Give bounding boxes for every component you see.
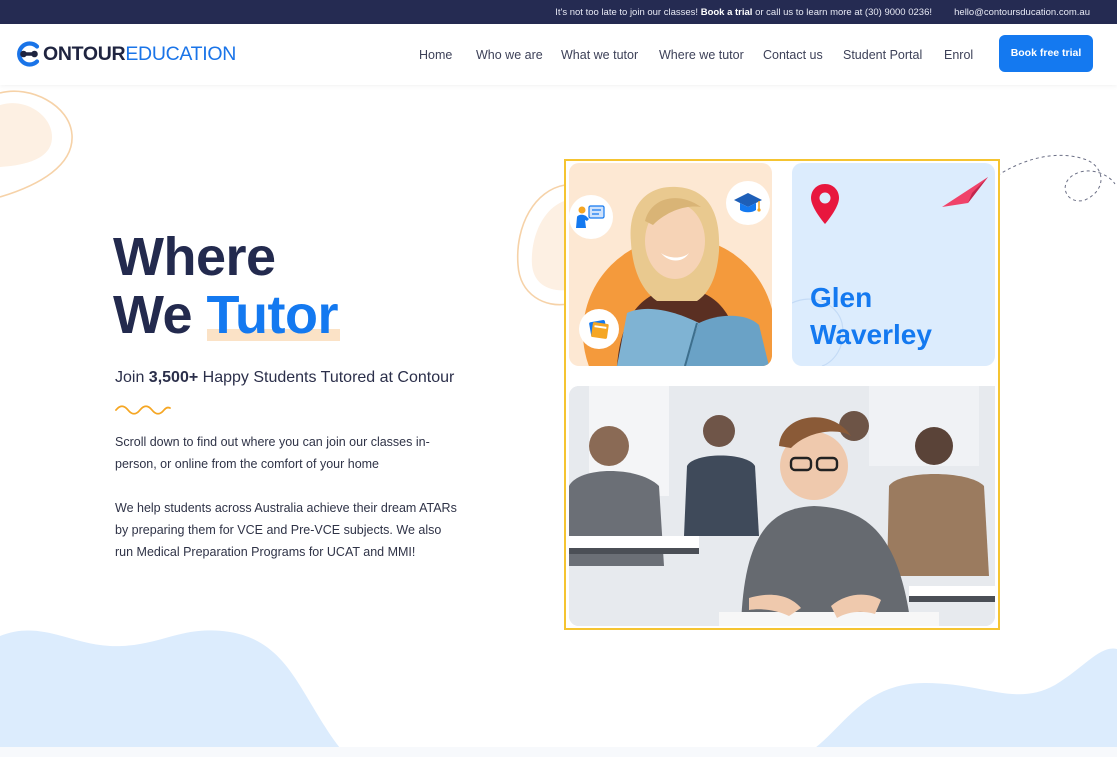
background-blob-top-left [0,90,73,198]
announcement-message: It's not too late to join our classes! B… [555,7,932,18]
nav-where-we-tutor[interactable]: Where we tutor [659,48,744,62]
location-name: Glen Waverley [810,282,932,350]
student-photo-tile [569,163,772,366]
nav-what-we-tutor[interactable]: What we tutor [561,48,638,62]
teacher-board-icon [569,195,613,239]
bottom-wave-right [815,648,1117,748]
wave-squiggle-icon [115,405,171,415]
hero-subtitle: Join 3,500+ Happy Students Tutored at Co… [115,369,455,386]
logo-wordmark: ONTOUREDUCATION [43,42,237,65]
bottom-wave-left [0,630,340,748]
nav-enrol[interactable]: Enrol [944,48,973,62]
book-free-trial-button[interactable]: Book free trial [999,35,1093,72]
classroom-photo-tile [569,386,995,626]
bottom-section-strip [0,747,1117,757]
background-blob-behind-collage [516,184,569,306]
announcement-bar: It's not too late to join our classes! B… [0,0,1117,24]
title-line-2: We Tutor [113,285,341,345]
hero-collage: Glen Waverley [564,159,1000,630]
site-header: ONTOUREDUCATION Home Who we are What we … [0,24,1117,85]
contact-email-link[interactable]: hello@contoursducation.com.au [954,7,1090,18]
book-stack-icon [579,309,619,349]
nav-who-we-are[interactable]: Who we are [476,48,543,62]
page-title: Where We Tutor [113,227,341,345]
contour-logo-icon [16,41,42,67]
title-highlight: Tutor [206,285,341,345]
book-trial-link[interactable]: Book a trial [701,7,753,18]
title-line-1: Where [113,227,276,287]
graduation-cap-icon [726,181,770,225]
site-logo[interactable]: ONTOUREDUCATION [16,41,236,67]
intro-paragraph: Scroll down to find out where you can jo… [115,435,430,471]
nav-home[interactable]: Home [419,48,452,62]
nav-contact-us[interactable]: Contact us [763,48,823,62]
classroom-students-illustration [569,386,995,626]
location-tile: Glen Waverley [792,163,995,366]
nav-student-portal[interactable]: Student Portal [843,48,922,62]
description-paragraph: We help students across Australia achiev… [115,501,457,559]
